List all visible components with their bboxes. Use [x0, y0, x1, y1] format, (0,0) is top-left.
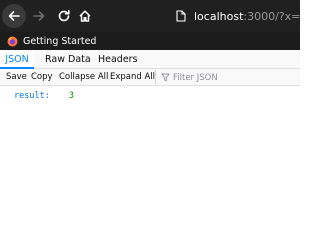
tab-json[interactable]: JSON — [0, 50, 34, 69]
filter-icon — [161, 73, 170, 82]
address-bar[interactable]: localhost:3000/?x=1&y — [176, 6, 300, 26]
copy-button[interactable]: Copy — [31, 71, 53, 84]
forward-button[interactable] — [27, 4, 51, 28]
firefox-icon — [7, 36, 18, 46]
filter-json-input[interactable] — [173, 72, 273, 83]
viewer-tabs: JSON Raw Data Headers — [0, 50, 300, 69]
json-action-bar: Save Copy Collapse All Expand All — [0, 69, 300, 86]
bookmarks-bar: Getting Started — [0, 32, 300, 50]
json-tree: result: 3 — [0, 87, 300, 210]
arrow-left-icon — [8, 11, 20, 21]
save-button[interactable]: Save — [6, 71, 27, 84]
home-button[interactable] — [73, 4, 97, 28]
filter-box — [155, 70, 273, 85]
browser-toolbar: localhost:3000/?x=1&y — [0, 0, 300, 32]
tab-raw-data[interactable]: Raw Data — [45, 50, 91, 69]
expand-all-button[interactable]: Expand All — [110, 71, 155, 84]
tab-headers[interactable]: Headers — [98, 50, 138, 69]
url-host: localhost — [194, 9, 244, 23]
home-icon — [79, 10, 91, 22]
collapse-all-button[interactable]: Collapse All — [59, 71, 108, 84]
json-row: result: 3 — [14, 90, 74, 102]
json-key: result: — [14, 91, 50, 101]
page-icon — [176, 10, 186, 22]
url-path: :3000/?x=1&y — [243, 9, 300, 23]
bookmark-getting-started[interactable]: Getting Started — [7, 34, 96, 48]
json-value: 3 — [68, 91, 74, 101]
reload-icon — [58, 9, 70, 22]
back-button[interactable] — [2, 4, 26, 28]
arrow-right-icon — [33, 11, 45, 21]
bookmark-label: Getting Started — [23, 35, 97, 47]
